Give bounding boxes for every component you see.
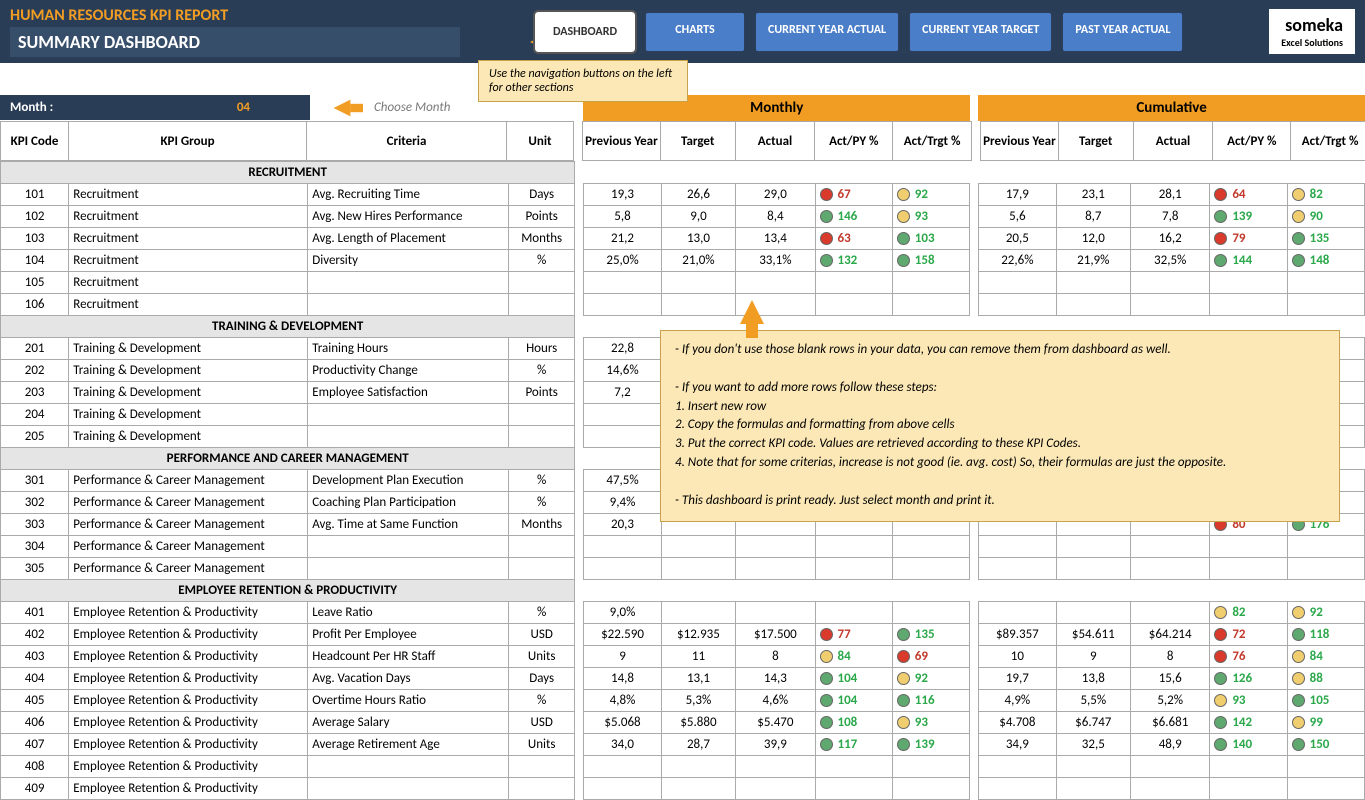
table-row[interactable]: 103RecruitmentAvg. Length of PlacementMo… (1, 228, 575, 250)
col-m-actual: Actual (736, 122, 816, 160)
table-row[interactable]: 407Employee Retention & ProductivityAver… (1, 734, 575, 756)
col-c-actpy: Act/PY % (1213, 122, 1291, 160)
table-row[interactable] (584, 755, 970, 777)
table-row[interactable]: 406Employee Retention & ProductivityAver… (1, 712, 575, 734)
title-block: HUMAN RESOURCES KPI REPORT SUMMARY DASHB… (10, 6, 460, 57)
table-row[interactable]: 105Recruitment (1, 272, 575, 294)
table-row[interactable]: 304Performance & Career Management (1, 536, 575, 558)
table-row[interactable]: 4,9%5,5%5,2% 93 105 (979, 689, 1365, 711)
table-row[interactable]: 104RecruitmentDiversity% (1, 250, 575, 272)
nav-dashboard-button[interactable]: DASHBOARD (535, 12, 635, 52)
nav-py-actual-button[interactable]: PAST YEAR ACTUAL (1062, 12, 1183, 52)
table-row[interactable]: 204Training & Development (1, 404, 575, 426)
header-bar: HUMAN RESOURCES KPI REPORT SUMMARY DASHB… (0, 0, 1365, 63)
tooltip-nav: Use the navigation buttons on the left f… (478, 60, 688, 102)
table-row[interactable] (584, 271, 970, 293)
table-row[interactable]: 409Employee Retention & Productivity (1, 778, 575, 800)
table-row[interactable]: $89.357$54.611$64.214 72 118 (979, 623, 1365, 645)
table-row[interactable]: 9118 84 69 (584, 645, 970, 667)
col-group: KPI Group (69, 122, 307, 160)
table-row[interactable]: 404Employee Retention & ProductivityAvg.… (1, 668, 575, 690)
table-row[interactable]: 201Training & DevelopmentTraining HoursH… (1, 338, 575, 360)
col-c-actual: Actual (1134, 122, 1214, 160)
table-row[interactable]: $5.068$5.880$5.470 108 93 (584, 711, 970, 733)
table-row[interactable] (584, 535, 970, 557)
logo-text: someka (1285, 14, 1343, 36)
col-m-target: Target (661, 122, 736, 160)
group-header: TRAINING & DEVELOPMENT (1, 316, 575, 338)
table-row[interactable]: 205Training & Development (1, 426, 575, 448)
table-row[interactable] (584, 293, 970, 315)
cumulative-header: Cumulative (978, 95, 1365, 121)
month-label: Month : (10, 100, 53, 115)
nav-charts-button[interactable]: CHARTS (645, 12, 745, 52)
table-row[interactable]: 5,68,77,8 139 90 (979, 205, 1365, 227)
nav-cy-target-button[interactable]: CURRENT YEAR TARGET (909, 12, 1052, 52)
table-row[interactable]: 202Training & DevelopmentProductivity Ch… (1, 360, 575, 382)
page-subtitle: SUMMARY DASHBOARD (10, 27, 460, 57)
logo-subtext: Excel Solutions (1281, 36, 1343, 49)
col-code: KPI Code (1, 122, 69, 160)
table-row[interactable]: 19,713,815,6 126 88 (979, 667, 1365, 689)
table-row[interactable]: 1098 76 84 (979, 645, 1365, 667)
table-row[interactable]: 82 92 (979, 601, 1365, 623)
table-row[interactable]: 401Employee Retention & ProductivityLeav… (1, 602, 575, 624)
nav-buttons: DASHBOARD CHARTS CURRENT YEAR ACTUAL CUR… (535, 12, 1183, 52)
month-value: 04 (237, 100, 250, 115)
table-row[interactable]: $22.590$12.935$17.500 77 135 (584, 623, 970, 645)
col-criteria: Criteria (307, 122, 507, 160)
table-row[interactable] (979, 271, 1365, 293)
report-title: HUMAN RESOURCES KPI REPORT (10, 6, 460, 25)
table-row[interactable] (584, 777, 970, 799)
instruction-tooltip: - If you don't use those blank rows in y… (660, 330, 1340, 522)
table-row[interactable]: 21,213,013,4 63 103 (584, 227, 970, 249)
month-selector[interactable]: Month : 04 (0, 95, 310, 120)
table-row[interactable]: 34,028,739,9 117 139 (584, 733, 970, 755)
nav-cy-actual-button[interactable]: CURRENT YEAR ACTUAL (755, 12, 899, 52)
table-row[interactable]: 302Performance & Career ManagementCoachi… (1, 492, 575, 514)
table-row[interactable]: 301Performance & Career ManagementDevelo… (1, 470, 575, 492)
table-row[interactable]: 101RecruitmentAvg. Recruiting TimeDays (1, 184, 575, 206)
table-row[interactable]: 34,932,548,9 140 150 (979, 733, 1365, 755)
choose-month-hint: Choose Month (374, 100, 450, 115)
table-row[interactable]: 305Performance & Career Management (1, 558, 575, 580)
table-row[interactable]: 5,89,08,4 146 93 (584, 205, 970, 227)
col-c-acttgt: Act/Trgt % (1291, 122, 1365, 160)
col-m-acttgt: Act/Trgt % (893, 122, 971, 160)
table-row[interactable]: 25,0%21,0%33,1% 132 158 (584, 249, 970, 271)
table-row[interactable] (979, 755, 1365, 777)
table-row[interactable]: 106Recruitment (1, 294, 575, 316)
table-row[interactable] (979, 777, 1365, 799)
col-c-py: Previous Year (981, 122, 1059, 160)
table-row[interactable]: 402Employee Retention & ProductivityProf… (1, 624, 575, 646)
col-c-target: Target (1059, 122, 1134, 160)
table-row[interactable]: $4.708$6.747$6.681 142 99 (979, 711, 1365, 733)
table-row[interactable]: 403Employee Retention & ProductivityHead… (1, 646, 575, 668)
table-row[interactable]: 4,8%5,3%4,6% 104 116 (584, 689, 970, 711)
logo: someka Excel Solutions (1269, 9, 1355, 54)
arrow-left-icon (334, 99, 351, 116)
table-row[interactable]: 405Employee Retention & ProductivityOver… (1, 690, 575, 712)
table-row[interactable] (979, 293, 1365, 315)
table-row[interactable]: 20,512,016,2 79 135 (979, 227, 1365, 249)
table-row[interactable]: 9,0% (584, 601, 970, 623)
group-header: EMPLOYEE RETENTION & PRODUCTIVITY (1, 580, 575, 602)
col-unit: Unit (507, 122, 573, 160)
table-row[interactable] (584, 557, 970, 579)
arrow-up-icon (740, 300, 764, 324)
table-row[interactable]: 203Training & DevelopmentEmployee Satisf… (1, 382, 575, 404)
table-row[interactable]: 19,326,629,0 67 92 (584, 183, 970, 205)
group-header: PERFORMANCE AND CAREER MANAGEMENT (1, 448, 575, 470)
table-row[interactable] (979, 535, 1365, 557)
table-row[interactable] (979, 557, 1365, 579)
group-header: RECRUITMENT (1, 162, 575, 184)
table-row[interactable]: 303Performance & Career ManagementAvg. T… (1, 514, 575, 536)
col-m-actpy: Act/PY % (815, 122, 893, 160)
col-m-py: Previous Year (583, 122, 661, 160)
table-row[interactable]: 14,813,114,3 104 92 (584, 667, 970, 689)
table-row[interactable]: 22,6%21,9%32,5% 144 148 (979, 249, 1365, 271)
table-row[interactable]: 17,923,128,1 64 82 (979, 183, 1365, 205)
table-row[interactable]: 408Employee Retention & Productivity (1, 756, 575, 778)
table-row[interactable]: 102RecruitmentAvg. New Hires Performance… (1, 206, 575, 228)
